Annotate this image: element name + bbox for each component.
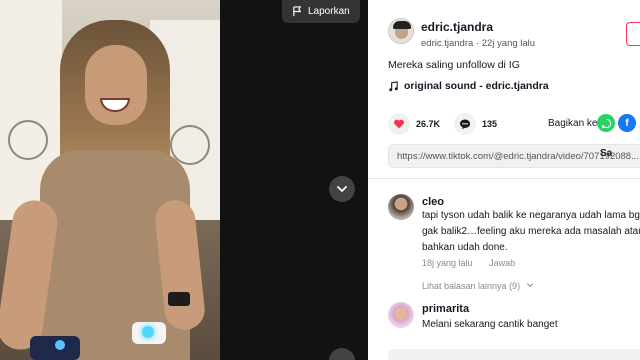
share-label: Bagikan ke [548, 118, 598, 129]
chevron-down-icon [337, 186, 347, 193]
next-video-button[interactable] [329, 176, 355, 202]
music-note-icon [389, 80, 398, 91]
reply-button[interactable]: Jawab [489, 258, 515, 268]
subline-separator: · [475, 38, 480, 49]
facebook-share-icon[interactable]: f [618, 114, 636, 132]
comment-text-line: gak balik2…feeling aku mereka ada masala… [422, 226, 640, 237]
comment-text-line: tapi tyson udah balik ke negaranya udah … [422, 210, 640, 221]
sound-title: original sound - edric.tjandra [404, 80, 549, 92]
copy-link-button[interactable]: Sa [600, 148, 612, 159]
video-frame [0, 0, 220, 360]
whatsapp-icon [601, 118, 611, 128]
like-button[interactable] [388, 113, 410, 135]
comment-avatar-cleo[interactable] [388, 194, 414, 220]
flag-icon [293, 6, 302, 17]
follow-button[interactable] [626, 22, 640, 46]
report-button[interactable]: Laporkan [282, 0, 360, 23]
author-username[interactable]: edric.tjandra [421, 20, 493, 34]
view-more-replies[interactable]: Lihat balasan lainnya (9) [422, 281, 534, 291]
chevron-down-icon [526, 283, 533, 288]
author-handle: edric.tjandra [421, 38, 474, 49]
comment-button[interactable] [454, 113, 477, 135]
avatar-hair [393, 21, 411, 29]
comment-count: 135 [482, 119, 498, 129]
phone-light [55, 340, 65, 350]
post-time: 22j yang lalu [481, 38, 536, 49]
person-face [85, 45, 147, 125]
comment-input-bar[interactable] [388, 349, 640, 360]
author-subline: edric.tjandra · 22j yang lalu [421, 38, 535, 49]
report-label: Laporkan [308, 6, 350, 17]
whatsapp-share-icon[interactable] [597, 114, 615, 132]
comment-meta: 18j yang lalu Jawab [422, 258, 515, 268]
like-count: 26.7K [416, 119, 441, 129]
sound-link[interactable]: original sound - edric.tjandra [388, 80, 549, 92]
comment-stat[interactable]: 135 [454, 113, 497, 135]
comment-author-name[interactable]: primarita [422, 303, 469, 315]
tiktok-video-page: Laporkan edric.tjandra edric.tjandra · 2… [0, 0, 640, 360]
comment-text-line: Melani sekarang cantik banget [422, 319, 558, 330]
comment-bubble-icon [460, 119, 471, 129]
like-stat[interactable]: 26.7K [388, 113, 440, 135]
comment-text-line: bahkan udah done. [422, 242, 508, 253]
video-player[interactable]: Laporkan [0, 0, 368, 360]
section-divider [368, 178, 640, 179]
background-emblem-left [8, 120, 48, 160]
video-caption: Mereka saling unfollow di IG [388, 59, 520, 71]
view-more-replies-label: Lihat balasan lainnya (9) [422, 281, 521, 291]
details-panel: edric.tjandra edric.tjandra · 22j yang l… [368, 0, 640, 360]
previous-video-button[interactable] [329, 348, 355, 360]
device-light [142, 326, 154, 338]
heart-icon [394, 119, 404, 129]
comment-time: 18j yang lalu [422, 258, 473, 268]
comment-author-name[interactable]: cleo [422, 196, 444, 208]
engagement-stats: 26.7K 135 [388, 113, 511, 135]
comment-avatar-primarita[interactable] [388, 302, 414, 328]
author-avatar[interactable] [388, 18, 414, 44]
wrist-watch [168, 292, 190, 306]
